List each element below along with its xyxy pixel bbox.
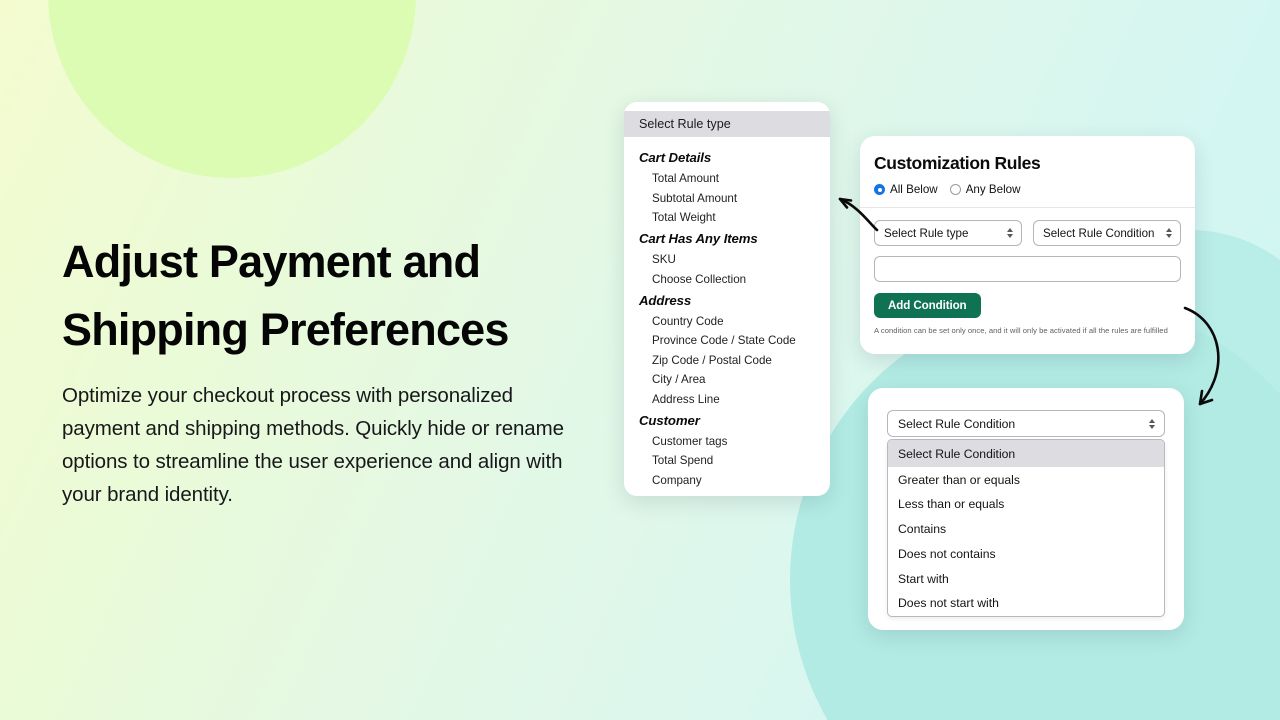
rule-type-group-label: Address (639, 292, 692, 308)
rule-condition-dropdown-trigger[interactable]: Select Rule Condition (887, 410, 1165, 437)
radio-icon-any-below[interactable] (949, 184, 961, 195)
rule-value-input[interactable] (874, 256, 1181, 282)
radio-icon-all-below[interactable] (874, 184, 885, 195)
rule-type-option[interactable]: Address Line (624, 389, 830, 408)
rule-type-option[interactable]: Subtotal Amount (624, 188, 830, 207)
rule-type-option[interactable]: Country Code (624, 312, 830, 331)
rule-type-option-list: Cart Details Total Amount Subtotal Amount T… (624, 137, 830, 490)
rule-type-select-value: Select Rule type (884, 226, 969, 240)
decorative-green-circle (48, 0, 416, 178)
add-condition-button[interactable]: Add Condition (874, 293, 981, 318)
radio-option-all-below[interactable]: All Below (874, 183, 938, 196)
rule-condition-option[interactable]: Does not contains (888, 542, 1164, 567)
rule-type-option[interactable]: Customer tags (624, 432, 830, 451)
rule-condition-option[interactable]: Greater than or equals (888, 467, 1164, 492)
customization-rules-body: Select Rule type Select Rule Condition A… (860, 208, 1195, 335)
radio-label-any-below: Any Below (965, 183, 1021, 196)
rule-selects-row: Select Rule type Select Rule Condition (874, 220, 1181, 246)
chevron-updown-icon (1166, 228, 1172, 238)
chevron-updown-icon (1007, 228, 1013, 238)
page-title: Adjust Payment and Shipping Preferences (62, 228, 582, 365)
customization-rules-header: Customization Rules All Below Any Below (860, 136, 1195, 208)
rule-condition-option-menu: Select Rule Condition Greater than or equ… (887, 439, 1165, 617)
rule-type-select[interactable]: Select Rule type (874, 220, 1022, 246)
radio-option-any-below[interactable]: Any Below (949, 183, 1021, 196)
rule-type-option[interactable]: Total Amount (624, 169, 830, 188)
rule-type-option[interactable]: Company (624, 471, 830, 490)
page-title-line-1: Adjust Payment and (62, 236, 481, 287)
rule-type-panel-header[interactable]: Select Rule type (624, 111, 830, 137)
customization-rules-note: A condition can be set only once, and it… (874, 326, 1168, 335)
rule-condition-select[interactable]: Select Rule Condition (1033, 220, 1181, 246)
customization-rules-card: Customization Rules All Below Any Below … (860, 136, 1195, 354)
promo-banner: Adjust Payment and Shipping Preferences … (0, 0, 1280, 720)
rule-type-group-label: Cart Has Any Items (639, 231, 758, 247)
rule-condition-option[interactable]: Does not start with (888, 591, 1164, 616)
hero-copy: Adjust Payment and Shipping Preferences … (62, 228, 582, 512)
rule-type-option[interactable]: City / Area (624, 370, 830, 389)
rule-type-panel: Select Rule type Cart Details Total Amoun… (624, 102, 830, 496)
rule-type-option[interactable]: Zip Code / Postal Code (624, 351, 830, 370)
chevron-updown-icon (1149, 418, 1155, 429)
rule-condition-select-value: Select Rule Condition (1043, 226, 1155, 240)
rule-type-group-label: Customer (639, 412, 700, 428)
rule-type-option[interactable]: Total Weight (624, 208, 830, 227)
rule-condition-option[interactable]: Less than or equals (888, 492, 1164, 517)
rule-type-group-label: Cart Details (639, 150, 712, 165)
page-subtitle: Optimize your checkout process with pers… (62, 383, 564, 507)
rule-condition-option[interactable]: Start with (888, 566, 1164, 591)
customization-rules-title: Customization Rules (874, 153, 1041, 173)
page-title-line-2: Shipping Preferences (62, 304, 509, 356)
rule-condition-option[interactable]: Select Rule Condition (888, 440, 1164, 468)
rule-type-option[interactable]: Choose Collection (624, 270, 830, 289)
rule-type-option[interactable]: SKU (624, 250, 830, 269)
rule-condition-option[interactable]: Contains (888, 517, 1164, 542)
radio-label-all-below: All Below (890, 183, 938, 196)
rule-condition-dropdown-value: Select Rule Condition (898, 416, 1016, 431)
rule-type-option[interactable]: Total Spend (624, 451, 830, 470)
rule-match-radio-group: All Below Any Below (874, 183, 1179, 196)
rule-condition-card: Select Rule Condition Select Rule Condit… (868, 388, 1184, 630)
rule-type-option[interactable]: Province Code / State Code (624, 331, 830, 350)
